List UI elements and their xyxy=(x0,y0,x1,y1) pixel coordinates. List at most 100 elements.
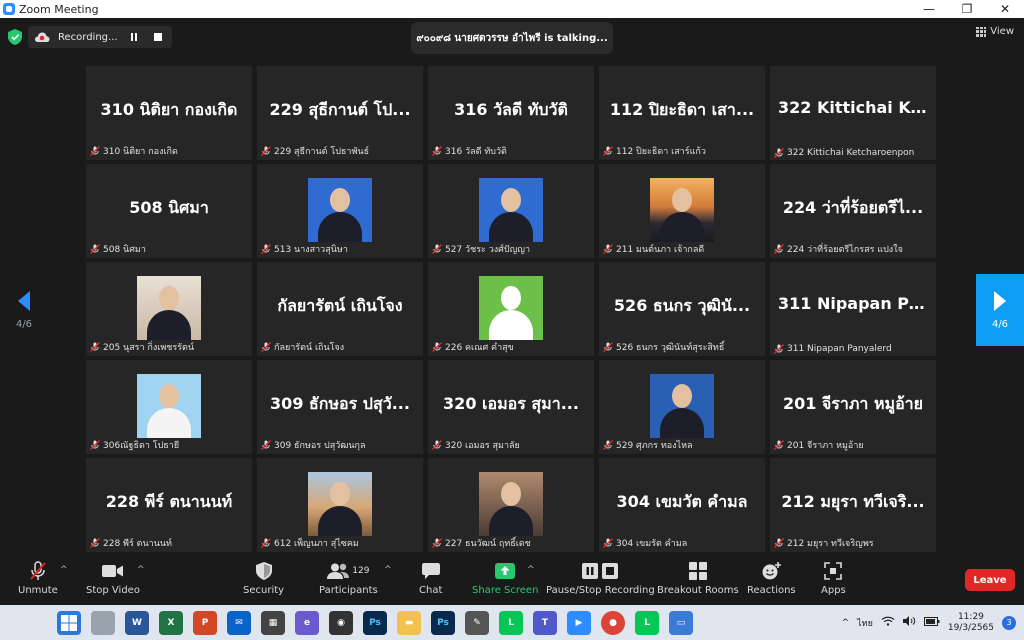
volume-icon[interactable] xyxy=(902,616,916,629)
participant-name-bar: 316 วัลดี ทับวัติ xyxy=(432,144,590,158)
taskbar-clock[interactable]: 11:29 19/3/2565 xyxy=(948,612,994,634)
participant-display-name: 311 Nipapan Pa... xyxy=(778,294,928,313)
participant-tile[interactable]: 226 คเณศ คำสุข xyxy=(428,262,594,356)
participant-name: 306ณัฐธิดา โปธายี xyxy=(103,441,180,451)
participant-tile[interactable]: 309 ธักษอร ปสุวั... 309 ธักษอร ปสุวัฒนกุล xyxy=(257,360,423,454)
pause-stop-recording-button[interactable]: Pause/Stop Recording xyxy=(546,561,655,596)
excel-icon[interactable]: X xyxy=(159,610,183,635)
participant-tile[interactable]: 227 ธนวัฒน์ ฤทธิ์เดช xyxy=(428,458,594,552)
breakout-rooms-button[interactable]: Breakout Rooms xyxy=(657,561,739,596)
participant-tile[interactable]: 526 ธนกร วุฒินั... 526 ธนกร วุฒินันท์สุระ… xyxy=(599,262,765,356)
file-explorer-icon[interactable]: ▬ xyxy=(397,610,421,635)
pause-recording-icon[interactable] xyxy=(126,29,142,45)
maximize-button[interactable]: ❐ xyxy=(948,0,986,18)
participant-display-name: 112 ปิยะธิดา เสา... xyxy=(609,100,755,119)
participant-name: 612 เพ็ญนภา สุ่ไซคม xyxy=(274,539,359,549)
participant-tile[interactable]: 229 สุธีกานต์ โป... 229 สุธีกานต์ โปธาพัน… xyxy=(257,66,423,160)
windows-start-icon[interactable] xyxy=(57,610,81,635)
participant-name: 322 Kittichai Ketcharoenpon xyxy=(787,148,915,158)
microphone-muted-icon xyxy=(603,146,613,156)
photoshop-icon[interactable]: Ps xyxy=(363,610,387,635)
microphone-muted-icon xyxy=(90,440,100,450)
participant-name: กัลยารัตน์ เถินโจง xyxy=(274,343,345,353)
participant-name-bar: 224 ว่าที่ร้อยตรีไกรสร แปงใจ xyxy=(774,242,932,256)
wifi-icon[interactable] xyxy=(881,616,895,629)
participant-tile[interactable]: 527 วัชระ วงศ์ปัญญา xyxy=(428,164,594,258)
minimize-button[interactable]: — xyxy=(910,0,948,18)
participant-tile[interactable]: 224 ว่าที่ร้อยตรีไ... 224 ว่าที่ร้อยตรีไก… xyxy=(770,164,936,258)
next-page-button[interactable]: 4/6 xyxy=(976,274,1024,346)
participant-grid: 310 นิติยา กองเกิด 310 นิติยา กองเกิด 229 … xyxy=(86,66,938,555)
participant-name: 205 นุสรา กิ่งเพชรรัตน์ xyxy=(103,343,195,353)
participant-tile[interactable]: 320 เอมอร สุมา... 320 เอมอร สุมาลัย xyxy=(428,360,594,454)
share-screen-label: Share Screen xyxy=(472,585,539,596)
word-icon[interactable]: W xyxy=(125,610,149,635)
previous-page-button[interactable]: 4/6 xyxy=(0,274,48,346)
participant-display-name: 229 สุธีกานต์ โป... xyxy=(269,100,411,119)
encryption-shield-icon[interactable] xyxy=(8,29,22,45)
participant-name-bar: 310 นิติยา กองเกิด xyxy=(90,144,248,158)
view-button[interactable]: View xyxy=(976,26,1014,37)
participant-tile[interactable]: 612 เพ็ญนภา สุ่ไซคม xyxy=(257,458,423,552)
line2-icon[interactable]: L xyxy=(635,610,659,635)
participant-name-bar: 309 ธักษอร ปสุวัฒนกุล xyxy=(261,438,419,452)
participant-tile[interactable]: 201 จีราภา หมูอ้าย 201 จีราภา หมูอ้าย xyxy=(770,360,936,454)
participant-tile[interactable]: กัลยารัตน์ เถินโจง กัลยารัตน์ เถินโจง xyxy=(257,262,423,356)
apps-button[interactable]: Apps xyxy=(821,561,846,596)
participant-tile[interactable]: 513 นางสาวสุนิษา xyxy=(257,164,423,258)
monitor-app-icon[interactable]: ▭ xyxy=(669,610,693,635)
participants-button[interactable]: 129 Participants xyxy=(319,561,378,596)
microphone-muted-icon xyxy=(261,342,271,352)
participant-tile[interactable]: 228 พีร์ ตนานนท์ 228 พีร์ ตนานนท์ xyxy=(86,458,252,552)
obs-icon[interactable]: ◉ xyxy=(329,610,353,635)
stop-recording-icon[interactable] xyxy=(150,29,166,45)
video-options-caret[interactable]: ^ xyxy=(137,565,145,575)
leave-button[interactable]: Leave xyxy=(965,569,1015,591)
participant-tile[interactable]: 306ณัฐธิดา โปธายี xyxy=(86,360,252,454)
qr-app-icon[interactable]: ▦ xyxy=(261,610,285,635)
smiley-reactions-icon xyxy=(761,561,782,581)
chrome-icon[interactable]: ● xyxy=(601,610,625,635)
audio-options-caret[interactable]: ^ xyxy=(60,565,68,575)
unmute-button[interactable]: Unmute xyxy=(18,561,58,596)
security-button[interactable]: Security xyxy=(243,561,284,596)
task-view-icon[interactable] xyxy=(91,610,115,635)
participant-tile[interactable]: 112 ปิยะธิดา เสา... 112 ปิยะธิดา เสาร์แก้… xyxy=(599,66,765,160)
participant-tile[interactable]: 211 มนต์นภา เจ้ากลดี xyxy=(599,164,765,258)
battery-icon[interactable] xyxy=(923,616,940,629)
microphone-muted-icon xyxy=(29,561,47,581)
participant-tile[interactable]: 304 เขมวัต คำมล 304 เขมรัต คำมล xyxy=(599,458,765,552)
notification-count-badge[interactable]: 3 xyxy=(1002,615,1016,630)
participant-tile[interactable]: 310 นิติยา กองเกิด 310 นิติยา กองเกิด xyxy=(86,66,252,160)
participant-tile[interactable]: 508 นิศมา 508 นิศมา xyxy=(86,164,252,258)
participant-tile[interactable]: 205 นุสรา กิ่งเพชรรัตน์ xyxy=(86,262,252,356)
participant-name-bar: 322 Kittichai Ketcharoenpon xyxy=(774,148,932,158)
chat-button[interactable]: Chat xyxy=(419,561,442,596)
participant-tile[interactable]: 322 Kittichai Ke... 322 Kittichai Ketchar… xyxy=(770,66,936,160)
powerpoint-icon[interactable]: P xyxy=(193,610,217,635)
participant-tile[interactable]: 311 Nipapan Pa... 311 Nipapan Panyalerd xyxy=(770,262,936,356)
participant-display-name: 320 เอมอร สุมา... xyxy=(443,394,579,413)
participant-display-name: 224 ว่าที่ร้อยตรีไ... xyxy=(782,198,924,217)
participants-options-caret[interactable]: ^ xyxy=(384,565,392,575)
photoshop2-icon[interactable]: Ps xyxy=(431,610,455,635)
participant-tile[interactable]: 529 ศุภกร ทองไหล xyxy=(599,360,765,454)
cloud-recording-icon xyxy=(34,31,50,43)
share-options-caret[interactable]: ^ xyxy=(527,565,535,575)
zoom-icon[interactable]: ▶ xyxy=(567,610,591,635)
pen-app-icon[interactable]: ✎ xyxy=(465,610,489,635)
participant-tile[interactable]: 316 วัลดี ทับวัติ 316 วัลดี ทับวัติ xyxy=(428,66,594,160)
reactions-button[interactable]: Reactions xyxy=(747,561,796,596)
participant-tile[interactable]: 212 มยุรา ทวีเจริ... 212 มยุรา ทวีเจริญพร xyxy=(770,458,936,552)
mail-icon[interactable]: ✉ xyxy=(227,610,251,635)
page-indicator-left: 4/6 xyxy=(15,318,33,330)
keyboard-language[interactable]: ไทย xyxy=(857,616,873,630)
teams-icon[interactable]: T xyxy=(533,610,557,635)
stop-video-button[interactable]: Stop Video xyxy=(86,561,140,596)
microphone-muted-icon xyxy=(774,440,784,450)
tray-chevron-up-icon[interactable]: ^ xyxy=(842,618,850,628)
ie-app-icon[interactable]: e xyxy=(295,610,319,635)
line-icon[interactable]: L xyxy=(499,610,523,635)
close-button[interactable]: ✕ xyxy=(986,0,1024,18)
participant-name-bar: 226 คเณศ คำสุข xyxy=(432,340,590,354)
